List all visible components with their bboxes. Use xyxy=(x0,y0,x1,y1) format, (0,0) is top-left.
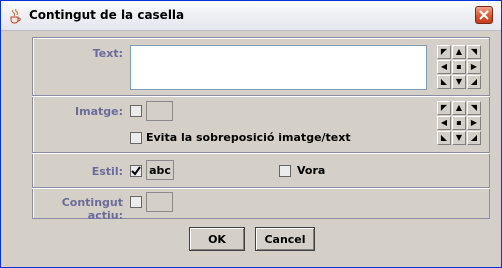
title-bar[interactable]: Contingut de la casella xyxy=(1,1,501,31)
separator xyxy=(32,95,490,97)
arrow-up-right-icon[interactable]: ◥ xyxy=(467,45,481,59)
cancel-button[interactable]: Cancel xyxy=(255,227,315,251)
center-dot-icon[interactable]: ▪ xyxy=(452,116,466,130)
arrow-down-right-icon[interactable]: ◢ xyxy=(467,131,481,145)
text-alignment-grid: ◤ ▲ ◥ ◀ ▪ ▶ ◣ ▼ ◢ xyxy=(437,45,482,90)
ok-button[interactable]: OK xyxy=(189,227,245,251)
separator xyxy=(32,187,490,189)
avoid-overlap-checkbox[interactable] xyxy=(130,132,142,144)
style-picker-button[interactable]: abc xyxy=(146,160,174,180)
text-label: Text: xyxy=(92,47,123,60)
arrow-down-icon[interactable]: ▼ xyxy=(452,131,466,145)
dialog-window: Contingut de la casella Text: ◤ ▲ ◥ ◀ ▪ ▶ ◣ ▼ ◢ … xyxy=(0,0,502,268)
image-alignment-grid: ◤ ▲ ◥ ◀ ▪ ▶ ◣ ▼ ◢ xyxy=(437,101,482,146)
arrow-up-right-icon[interactable]: ◥ xyxy=(467,101,481,115)
style-checkbox[interactable] xyxy=(130,165,142,177)
text-content-area[interactable] xyxy=(130,45,427,90)
active-content-checkbox[interactable] xyxy=(130,196,142,208)
arrow-left-icon[interactable]: ◀ xyxy=(437,60,451,74)
close-button[interactable] xyxy=(475,6,493,24)
close-icon xyxy=(479,10,489,20)
check-icon xyxy=(131,166,141,176)
arrow-right-icon[interactable]: ▶ xyxy=(467,116,481,130)
border-label: Vora xyxy=(297,164,326,177)
style-preview-text: abc xyxy=(149,163,171,177)
arrow-down-left-icon[interactable]: ◣ xyxy=(437,75,451,89)
active-content-button[interactable] xyxy=(146,192,173,212)
arrow-down-right-icon[interactable]: ◢ xyxy=(467,75,481,89)
java-cup-icon xyxy=(10,8,21,24)
border-checkbox[interactable] xyxy=(279,165,291,177)
window-title: Contingut de la casella xyxy=(29,8,185,22)
arrow-right-icon[interactable]: ▶ xyxy=(467,60,481,74)
image-picker-button[interactable] xyxy=(146,101,173,121)
active-content-label: Contingut actiu: xyxy=(61,196,123,222)
arrow-left-icon[interactable]: ◀ xyxy=(437,116,451,130)
center-dot-icon[interactable]: ▪ xyxy=(452,60,466,74)
separator xyxy=(32,152,490,154)
arrow-up-icon[interactable]: ▲ xyxy=(452,101,466,115)
image-label: Imatge: xyxy=(75,105,123,118)
arrow-down-left-icon[interactable]: ◣ xyxy=(437,131,451,145)
avoid-overlap-label: Evita la sobreposició imatge/text xyxy=(146,131,351,144)
image-checkbox[interactable] xyxy=(130,105,142,117)
style-label: Estil: xyxy=(91,165,123,178)
arrow-up-left-icon[interactable]: ◤ xyxy=(437,101,451,115)
arrow-down-icon[interactable]: ▼ xyxy=(452,75,466,89)
arrow-up-icon[interactable]: ▲ xyxy=(452,45,466,59)
arrow-up-left-icon[interactable]: ◤ xyxy=(437,45,451,59)
